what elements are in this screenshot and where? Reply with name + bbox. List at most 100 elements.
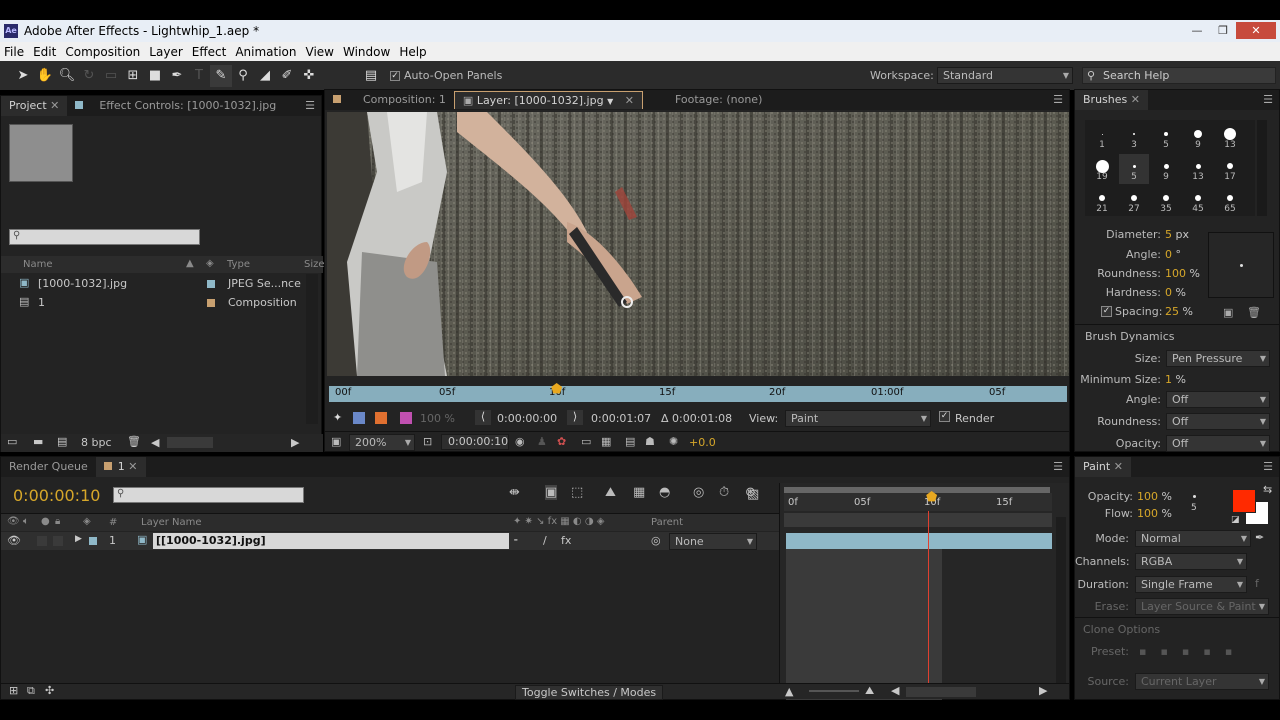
panel-menu-icon[interactable]: ☰ (1053, 93, 1063, 106)
delete-brush-icon[interactable]: 🗑︎ (1247, 306, 1261, 319)
timeline-h-scrollbar[interactable] (906, 687, 976, 697)
quality-switch-icon[interactable]: / (543, 534, 547, 547)
clone-preset-icons[interactable]: ▪▪▪▪▪ (1139, 645, 1246, 658)
show-snapshot-icon[interactable]: ♟ (537, 435, 547, 448)
dyn-angle-dropdown[interactable]: Off (1166, 391, 1270, 408)
rotate-tool-icon[interactable]: ↻ (78, 65, 100, 87)
current-time-indicator[interactable]: ⬟ (926, 490, 937, 505)
brush-preset[interactable]: 45 (1183, 186, 1213, 216)
pan-behind-tool-icon[interactable]: ⊞ (122, 65, 144, 87)
mode-dropdown[interactable]: Normal (1135, 530, 1251, 547)
spacing-checkbox[interactable]: ✓ (1101, 306, 1112, 317)
brainstorm-icon[interactable]: ◓ (659, 485, 670, 500)
save-brush-icon[interactable]: ▣ (1223, 306, 1233, 319)
column-layer-name[interactable]: Layer Name (141, 517, 202, 528)
scroll-left-icon[interactable]: ◀ (891, 684, 899, 697)
opacity-value[interactable]: 100 (1137, 490, 1158, 503)
angle-field[interactable]: 0 ° (1165, 248, 1181, 261)
transparency-grid-icon[interactable]: ▦ (601, 435, 611, 448)
video-visibility-icon[interactable]: 👁︎ (7, 534, 21, 547)
pen-tool-icon[interactable]: ✒ (166, 65, 188, 87)
audio-icon[interactable]: 🔈︎ (23, 516, 29, 527)
brush-preset[interactable]: 65 (1215, 186, 1245, 216)
timeline-v-scrollbar[interactable] (1056, 517, 1066, 697)
lock-icon[interactable]: 🔒︎ (55, 516, 60, 527)
navigator-bar[interactable] (784, 513, 1052, 527)
project-item-row[interactable]: ▣ [1000-1032].jpg JPEG Se...nce (1, 275, 311, 293)
rectangle-tool-icon[interactable]: ■ (144, 65, 166, 87)
tab-layer[interactable]: ▣ Layer: [1000-1032].jpg ▼ ✕ (453, 91, 643, 109)
label-tag-icon[interactable]: ◈ (206, 258, 214, 269)
tab-composition[interactable]: Composition: 1 (325, 90, 454, 110)
panel-menu-icon[interactable]: ☰ (305, 99, 315, 112)
frame-blending-icon[interactable]: ⛰ (605, 485, 616, 500)
render-checkbox[interactable]: ✓ (939, 411, 950, 422)
panel-menu-icon[interactable]: ☰ (1263, 460, 1273, 473)
hide-layers-icon[interactable]: ▧ (747, 487, 759, 502)
comp-mini-flowchart-icon[interactable]: ⇼ (509, 485, 520, 500)
label-tag-icon[interactable]: ◈ (83, 516, 91, 527)
effect-switch-icon[interactable]: fx (561, 534, 571, 547)
camera-tool-icon[interactable]: ▭ (100, 65, 122, 87)
label-swatch[interactable] (89, 537, 97, 545)
menu-window[interactable]: Window (339, 45, 395, 59)
overlay-opacity[interactable]: 100 % (420, 412, 455, 425)
text-tool-icon[interactable]: T (188, 65, 210, 87)
puppet-tool-icon[interactable]: ✜ (298, 65, 320, 87)
zoom-tool-icon[interactable]: 🔍︎ (56, 65, 78, 87)
project-scrollbar[interactable] (306, 274, 318, 424)
restore-icon[interactable]: ❐ (1210, 22, 1236, 39)
column-type[interactable]: Type (227, 259, 250, 270)
auto-open-checkbox[interactable]: ✓ (390, 70, 400, 81)
brush-tool-icon[interactable]: ✎ (210, 64, 232, 87)
set-out-point-icon[interactable]: ⟩ (567, 410, 583, 425)
tab-footage[interactable]: Footage: (none) (667, 90, 770, 110)
dyn-opacity-dropdown[interactable]: Off (1166, 435, 1270, 452)
current-time-field[interactable]: 0:00:00:10 (441, 434, 509, 450)
fast-previews-icon[interactable]: ☗ (645, 435, 655, 448)
brush-preset[interactable]: 13 (1215, 122, 1245, 152)
menu-layer[interactable]: Layer (145, 45, 187, 59)
safe-margins-icon[interactable]: ⊡ (423, 435, 432, 448)
min-size-field[interactable]: 1 % (1165, 373, 1186, 386)
brush-preset[interactable]: 5 (1119, 154, 1149, 184)
set-in-point-icon[interactable]: ⟨ (475, 410, 491, 425)
expand-arrow-icon[interactable]: ▶ (75, 534, 82, 544)
live-update-icon[interactable]: ⏱ (719, 485, 729, 500)
minimize-icon[interactable]: — (1184, 22, 1210, 39)
column-size[interactable]: Size (304, 259, 325, 270)
column-parent[interactable]: Parent (651, 517, 683, 528)
menu-animation[interactable]: Animation (231, 45, 301, 59)
panel-menu-icon[interactable]: ☰ (1263, 93, 1273, 106)
close-icon[interactable]: ✕ (1236, 22, 1276, 39)
roto-brush-tool-icon[interactable]: ✐ (276, 65, 298, 87)
comp-flowchart-icon[interactable]: ▤ (625, 435, 635, 448)
motion-blur-icon[interactable]: ▦ (633, 485, 645, 500)
menu-file[interactable]: File (0, 45, 29, 59)
tab-render-queue[interactable]: Render Queue (1, 457, 96, 477)
draft-3d-icon[interactable]: ▣ (545, 485, 558, 500)
solo-toggle[interactable] (37, 536, 47, 546)
magnification-dropdown[interactable]: 200% (349, 434, 415, 451)
graph-editor-icon[interactable]: ◎ (693, 485, 704, 500)
bit-depth-label[interactable]: 8 bpc (81, 436, 112, 449)
layer-name-field[interactable]: [[1000-1032].jpg] (153, 533, 509, 549)
brush-preset[interactable]: 1 (1087, 122, 1117, 152)
show-channel-icon[interactable] (400, 412, 412, 424)
video-visibility-icon[interactable]: 👁︎ (7, 516, 20, 527)
snapshot-icon[interactable]: ◉ (515, 435, 525, 448)
tab-effect-controls[interactable]: Effect Controls: [1000-1032].jpg (67, 96, 284, 116)
timeline-search-input[interactable]: ⚲ (113, 487, 304, 503)
workspace-dropdown[interactable]: Standard (937, 67, 1073, 84)
source-dropdown[interactable]: Current Layer (1135, 673, 1269, 690)
roundness-value[interactable]: 100 (1165, 267, 1186, 280)
layer-switches-icon[interactable]: ⊞ (9, 684, 18, 697)
default-colors-icon[interactable]: ◪ (1231, 515, 1240, 525)
zoom-in-icon[interactable]: ⛰ (865, 684, 874, 698)
diameter-value[interactable]: 5 (1165, 228, 1172, 241)
brush-preset[interactable]: 13 (1183, 154, 1213, 184)
dyn-size-dropdown[interactable]: Pen Pressure (1166, 350, 1270, 367)
interpret-footage-icon[interactable]: ▭ (7, 435, 17, 448)
zoom-out-icon[interactable]: ▲ (785, 685, 793, 698)
clone-stamp-tool-icon[interactable]: ⚲ (232, 65, 254, 87)
